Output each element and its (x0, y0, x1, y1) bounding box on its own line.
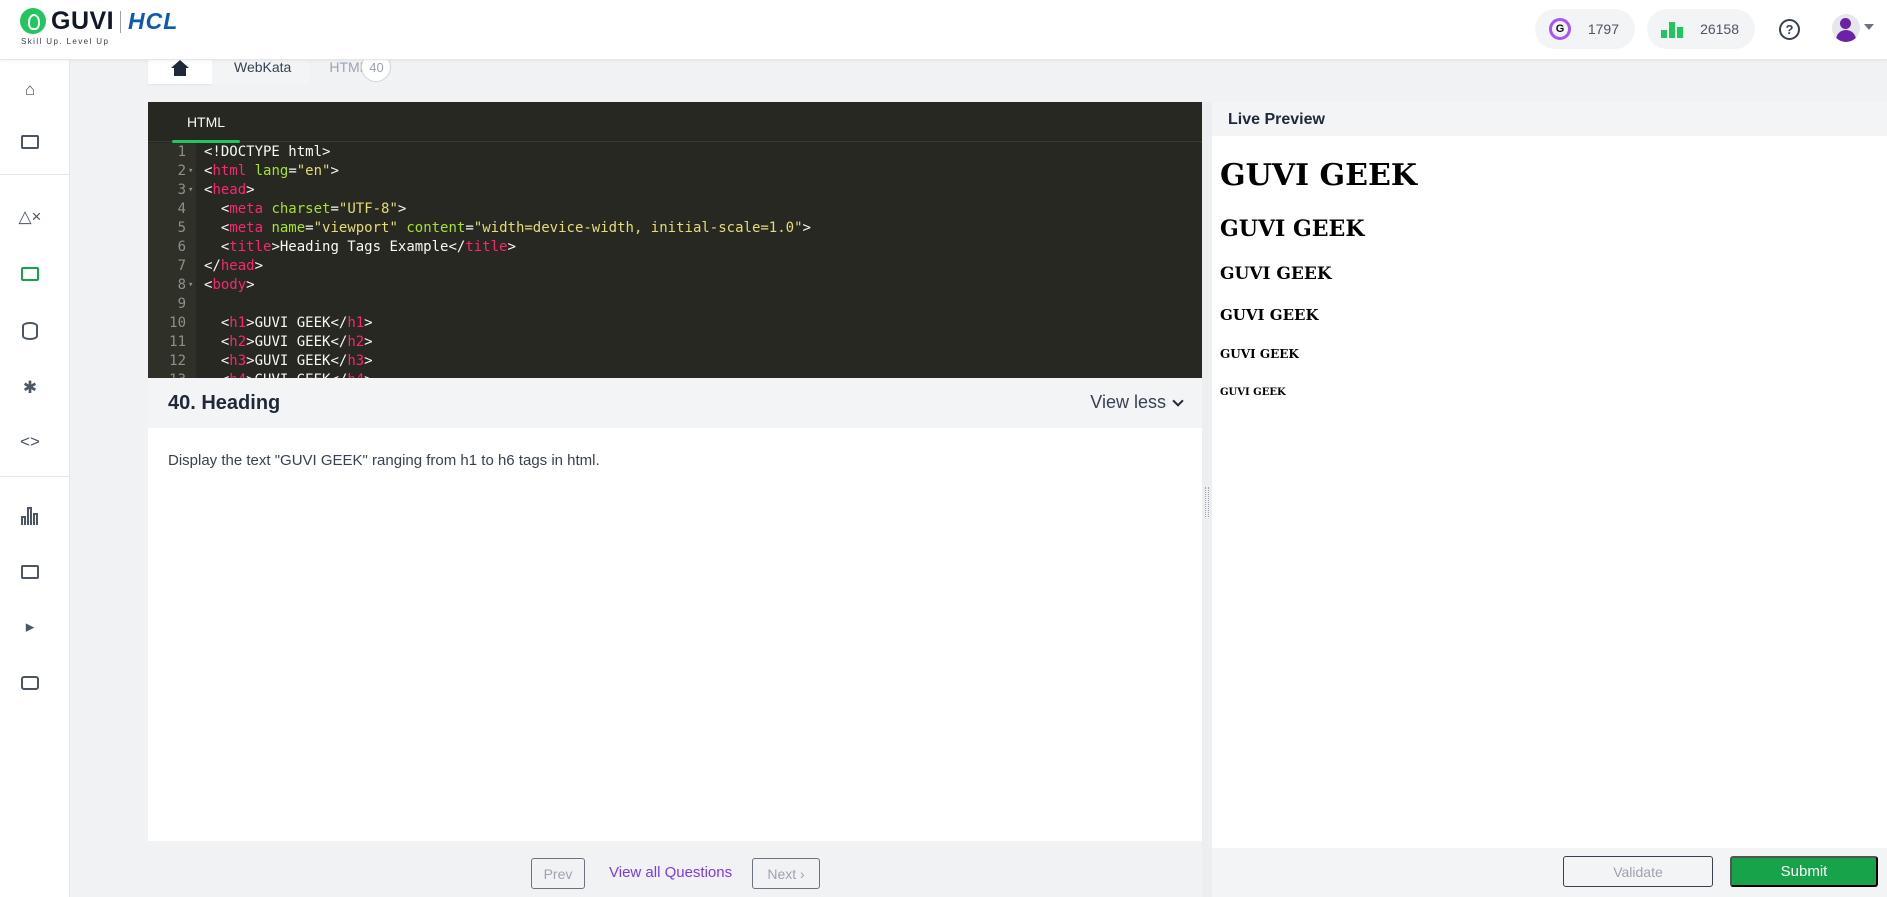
action-bar: Validate Submit (1212, 848, 1887, 897)
submit-button[interactable]: Submit (1730, 856, 1878, 887)
question-body: Display the text "GUVI GEEK" ranging fro… (148, 428, 1202, 841)
tab-html[interactable]: HTML (172, 102, 240, 143)
leaderboard-icon (1661, 18, 1683, 40)
gems-count: 1797 (1587, 21, 1619, 37)
gift-icon[interactable] (18, 560, 42, 584)
code-line: 8 ▾ <body> (177, 277, 255, 293)
code-line: 1 <!DOCTYPE html> (177, 144, 331, 160)
chevron-down-icon (1172, 394, 1184, 407)
validate-button[interactable]: Validate (1563, 856, 1713, 887)
question-title: 40. Heading (168, 392, 281, 414)
code-icon[interactable]: <> (18, 430, 42, 454)
leaderboard-icon[interactable] (18, 504, 42, 528)
preview-header: Live Preview (1212, 102, 1887, 136)
terminal-icon[interactable] (18, 262, 42, 286)
drag-handle-icon (1205, 487, 1209, 517)
partner-name: HCL (128, 8, 179, 34)
code-editor[interactable]: HTML 1 <!DOCTYPE html> 2 ▾ <html lang="en">… (148, 102, 1202, 378)
view-less-label: View less (1090, 392, 1166, 412)
megaphone-icon[interactable]: ▸ (18, 615, 42, 639)
code-area[interactable]: 1 <!DOCTYPE html> 2 ▾ <html lang="en"> 3 ▾ <h… (148, 143, 1202, 378)
live-preview: GUVI GEEK GUVI GEEK GUVI GEEK GUVI GEEK … (1212, 136, 1887, 848)
rank-count: 26158 (1700, 21, 1739, 37)
code-line: 6 <title>Heading Tags Example</title> (177, 239, 516, 255)
brand-tagline: Skill Up. Level Up (21, 37, 110, 46)
preview-h4: GUVI GEEK (1220, 306, 1319, 324)
preview-h1: GUVI GEEK (1220, 158, 1417, 193)
sidebar: ⌂ △× ✱ <> ▸ (0, 60, 70, 897)
prev-button[interactable]: Prev (531, 858, 585, 889)
question-circle-icon[interactable]: ? (1779, 19, 1800, 40)
video-icon[interactable] (18, 130, 42, 154)
sidebar-divider (0, 476, 70, 477)
rank-badge[interactable]: 26158 (1647, 9, 1755, 49)
code-line: 13 <h4>GUVI GEEK</h4> (148, 371, 1202, 378)
shapes-icon[interactable]: △× (18, 205, 42, 229)
code-line: 9 (177, 296, 186, 312)
question-description: Display the text "GUVI GEEK" ranging fro… (168, 452, 600, 469)
editor-tab-bar: HTML (148, 102, 1202, 143)
code-line: 2 ▾ <html lang="en"> (177, 163, 339, 179)
code-line: 4 <meta charset="UTF-8"> (177, 201, 407, 217)
home-icon[interactable]: ⌂ (18, 78, 42, 102)
chevron-down-icon[interactable] (1864, 24, 1874, 30)
logo-divider (120, 11, 121, 33)
code-line: 10 <h1>GUVI GEEK</h1> (169, 315, 373, 331)
home-icon (171, 60, 189, 76)
preview-title: Live Preview (1228, 111, 1325, 128)
code-line: 12 <h3>GUVI GEEK</h3> (169, 353, 373, 369)
view-all-questions-link[interactable]: View all Questions (609, 864, 732, 881)
code-line: 11 <h2>GUVI GEEK</h2> (169, 334, 373, 350)
gems-badge[interactable]: G 1797 (1535, 9, 1635, 49)
code-line: 7 </head> (177, 258, 264, 274)
code-line: 3 ▾ <head> (177, 182, 255, 198)
preview-h2: GUVI GEEK (1220, 216, 1365, 242)
sidebar-divider (0, 174, 70, 175)
next-button[interactable]: Next › (752, 858, 820, 889)
guvi-logo-icon (20, 8, 46, 34)
database-icon[interactable] (18, 319, 42, 343)
pane-splitter[interactable] (1202, 102, 1212, 897)
code-line: 5 <meta name="viewport" content="width=d… (177, 220, 811, 236)
avatar[interactable] (1832, 14, 1860, 42)
chat-icon[interactable] (18, 671, 42, 695)
preview-h5: GUVI GEEK (1220, 347, 1299, 361)
preview-h3: GUVI GEEK (1220, 264, 1332, 284)
view-less-toggle[interactable]: View less (1090, 392, 1184, 413)
question-header: 40. Heading View less (148, 378, 1202, 428)
gem-icon: G (1549, 18, 1571, 40)
top-bar: GUVI HCL Skill Up. Level Up G 1797 26158… (0, 0, 1887, 60)
brand-name: GUVI (51, 7, 115, 35)
preview-h6: GUVI GEEK (1220, 387, 1286, 398)
bug-icon[interactable]: ✱ (18, 376, 42, 400)
